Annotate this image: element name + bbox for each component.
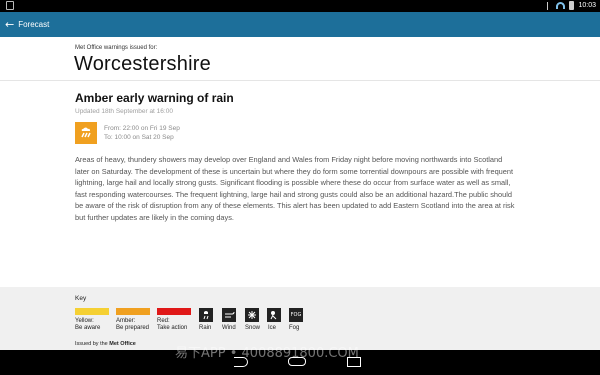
yellow-level-name: Yellow: (75, 318, 94, 324)
content: Met Office warnings issued for: Worceste… (0, 37, 600, 350)
app-bar: ← Forecast (0, 12, 600, 37)
red-level-name: Red: (157, 318, 170, 324)
watermark: 易下APP • 4008891800.COM (175, 346, 359, 361)
wifi-icon (556, 2, 566, 9)
region-title: Worcestershire (74, 53, 211, 75)
rain-icon (199, 308, 213, 322)
key-section: Key Yellow: Be aware Amber: Be prepared … (0, 287, 600, 350)
updated-timestamp: Updated 18th September at 16:00 (75, 108, 173, 115)
fog-icon: FOG (289, 308, 303, 322)
issued-by-org: Met Office (109, 341, 136, 347)
red-swatch (157, 308, 191, 315)
battery-icon (569, 1, 575, 10)
amber-level-meaning: Be prepared (116, 325, 150, 331)
warning-description: Areas of heavy, thundery showers may dev… (75, 155, 515, 222)
yellow-key-label: Yellow: Be aware (75, 318, 100, 332)
rain-icon-label: Rain (199, 325, 212, 331)
issued-by: Issued by the Met Office (75, 341, 136, 347)
clock: 10:03 (578, 2, 596, 9)
warning-from: From: 22:00 on Fri 19 Sep (104, 125, 180, 132)
ice-icon-label: Ice (268, 325, 277, 331)
red-key-label: Red: Take action (157, 318, 187, 332)
issued-by-prefix: Issued by the (75, 341, 108, 347)
ice-icon (267, 308, 281, 322)
snow-icon-label: Snow (245, 325, 261, 331)
yellow-level-meaning: Be aware (75, 325, 101, 331)
issued-for-label: Met Office warnings issued for: (75, 45, 158, 51)
header-block: Met Office warnings issued for: Worceste… (0, 37, 600, 81)
app-title[interactable]: Forecast (18, 20, 49, 29)
warning-period: From: 22:00 on Fri 19 Sep To: 10:00 on S… (104, 124, 180, 142)
bluetooth-icon (547, 1, 552, 10)
amber-level-name: Amber: (116, 318, 136, 324)
snow-icon (245, 308, 259, 322)
fog-icon-text: FOG (290, 312, 302, 318)
status-bar: 10:03 (0, 0, 600, 12)
notification-icon (6, 1, 14, 10)
status-icons: 10:03 (547, 1, 596, 10)
amber-swatch (116, 308, 150, 315)
yellow-swatch (75, 308, 109, 315)
wind-icon (222, 308, 236, 322)
back-arrow-icon[interactable]: ← (5, 19, 14, 30)
warning-title: Amber early warning of rain (75, 91, 234, 105)
warning-to: To: 10:00 on Sat 20 Sep (104, 134, 174, 141)
rain-warning-icon (75, 122, 97, 144)
wind-icon-label: Wind (222, 325, 236, 331)
red-level-meaning: Take action (157, 325, 188, 331)
fog-icon-label: Fog (289, 325, 300, 331)
amber-key-label: Amber: Be prepared (116, 318, 149, 332)
key-title: Key (75, 295, 87, 302)
